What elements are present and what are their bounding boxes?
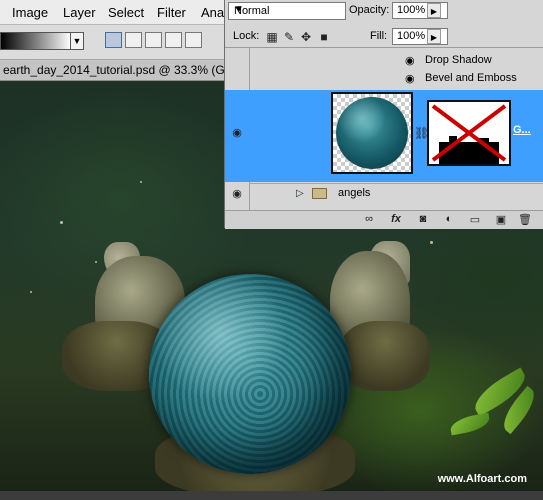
eye-icon[interactable]: ◉ <box>405 72 415 85</box>
opacity-label: Opacity: <box>349 4 390 16</box>
eye-icon[interactable]: ◉ <box>230 187 244 200</box>
menu-filter[interactable]: Filter <box>157 5 186 20</box>
blend-mode-select[interactable]: Normal ▼ <box>228 2 346 20</box>
folder-icon <box>312 188 327 199</box>
dust-particle <box>30 291 32 293</box>
effect-label: Drop Shadow <box>425 54 492 66</box>
eye-icon[interactable]: ◉ <box>230 126 244 139</box>
effect-bevel-emboss[interactable]: ◉ Bevel and Emboss <box>249 70 543 88</box>
layers-panel: Normal ▼ Opacity: 100% ▶ Lock: ▦ ✎ ✥ ■ F… <box>224 0 543 229</box>
layer-thumbnail[interactable] <box>331 92 413 174</box>
new-group-icon[interactable]: ▭ <box>467 213 483 226</box>
right-pedestal <box>340 321 430 391</box>
dust-particle <box>430 241 433 244</box>
mask-preview <box>431 104 507 164</box>
expand-triangle-icon[interactable]: ▷ <box>296 188 304 199</box>
effect-drop-shadow[interactable]: ◉ Drop Shadow <box>249 52 543 70</box>
globe-thumbnail <box>336 97 408 169</box>
layer-mask-thumbnail[interactable] <box>427 100 511 166</box>
gradient-picker[interactable] <box>0 32 72 50</box>
linear-gradient-button[interactable] <box>105 32 122 48</box>
angle-gradient-button[interactable] <box>145 32 162 48</box>
adjustment-layer-icon[interactable]: ◐ <box>441 213 457 225</box>
delete-layer-icon[interactable]: 🗑 <box>517 213 533 226</box>
chevron-down-icon: ▼ <box>234 4 244 15</box>
leaf <box>448 412 492 436</box>
layer-name[interactable]: G... <box>513 124 531 136</box>
dust-particle <box>140 181 142 183</box>
chain-link-icon[interactable]: ∞ <box>361 213 377 225</box>
watermark: www.Alfoart.com <box>437 473 527 485</box>
lock-brush-icon[interactable]: ✎ <box>283 30 295 44</box>
layers-bottom-toolbar: ∞ fx ◙ ◐ ▭ ▣ 🗑 <box>225 210 543 229</box>
group-name: angels <box>338 187 371 199</box>
chevron-right-icon[interactable]: ▶ <box>427 29 441 44</box>
chevron-right-icon[interactable]: ▶ <box>427 3 441 18</box>
radial-gradient-button[interactable] <box>125 32 142 48</box>
earth-globe <box>149 274 351 474</box>
selected-layer[interactable]: ◉ ⛓ G... <box>225 90 543 182</box>
dust-particle <box>60 221 63 224</box>
add-mask-icon[interactable]: ◙ <box>415 213 431 225</box>
document-title: earth_day_2014_tutorial.psd @ 33.3% (Gro… <box>3 63 242 77</box>
effect-label: Bevel and Emboss <box>425 72 517 84</box>
chevron-down-icon[interactable]: ▼ <box>70 32 84 50</box>
lock-position-icon[interactable]: ✥ <box>300 30 312 44</box>
options-bar: ▼ <box>0 25 230 60</box>
lock-all-icon[interactable]: ■ <box>318 30 330 44</box>
reflected-gradient-button[interactable] <box>165 32 182 48</box>
group-angels[interactable]: ◉ ▷ angels <box>232 183 543 204</box>
layer-list: ◉ Drop Shadow ◉ Bevel and Emboss ◉ ⛓ G..… <box>225 48 543 210</box>
menu-select[interactable]: Select <box>108 5 144 20</box>
menu-image[interactable]: Image <box>12 5 48 20</box>
diamond-gradient-button[interactable] <box>185 32 202 48</box>
dust-particle <box>95 261 97 263</box>
lock-label: Lock: <box>233 30 260 42</box>
eye-icon[interactable]: ◉ <box>405 54 415 67</box>
document-tab[interactable]: earth_day_2014_tutorial.psd @ 33.3% (Gro… <box>0 60 242 81</box>
lock-transparent-icon[interactable]: ▦ <box>266 30 278 44</box>
menu-layer[interactable]: Layer <box>63 5 96 20</box>
new-layer-icon[interactable]: ▣ <box>493 213 509 226</box>
fx-icon[interactable]: fx <box>388 213 404 225</box>
fill-label: Fill: <box>370 30 388 42</box>
